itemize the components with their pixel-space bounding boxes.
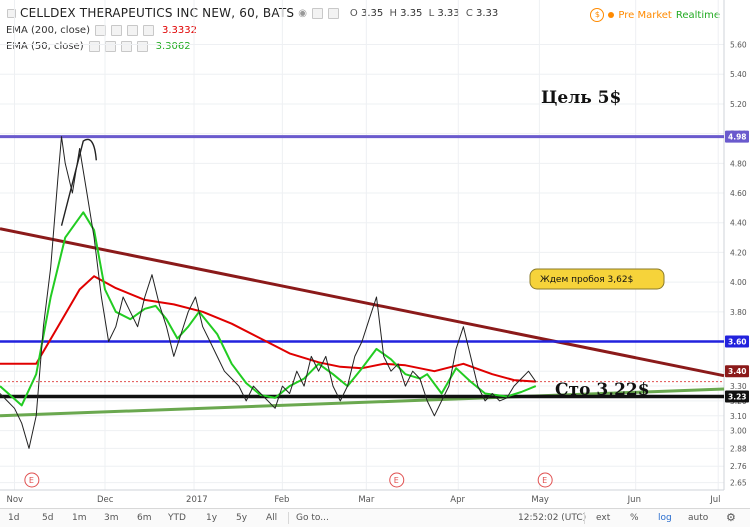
range-6m[interactable]: 6m	[137, 513, 152, 523]
goto-button[interactable]: Go to...	[296, 513, 329, 523]
range-all[interactable]: All	[266, 513, 277, 523]
target-annotation: Цель 5$	[541, 88, 621, 108]
toolbar-divider	[288, 512, 289, 524]
clock-display: 12:52:02 (UTC)	[518, 513, 587, 523]
range-ytd[interactable]: YTD	[168, 513, 186, 523]
x-tick-label: Jun	[627, 495, 641, 505]
y-tick-label: 3.80	[730, 308, 747, 317]
auto-toggle[interactable]: auto	[688, 513, 708, 523]
x-tick-label: Feb	[274, 495, 289, 505]
range-1m[interactable]: 1m	[72, 513, 87, 523]
callout-text: Ждем пробоя 3,62$	[540, 275, 633, 285]
price-chart[interactable]: 5.605.405.205.004.804.604.404.204.003.80…	[0, 0, 750, 508]
range-1y[interactable]: 1y	[206, 513, 217, 523]
x-tick-label: Jul	[709, 495, 720, 505]
x-tick-label: Dec	[97, 495, 114, 505]
x-tick-label: Nov	[6, 495, 23, 505]
y-tick-label: 5.40	[730, 70, 747, 79]
y-tick-label: 4.00	[730, 278, 747, 287]
series-line	[0, 275, 536, 383]
y-tick-label: 4.40	[730, 219, 747, 228]
series-line	[0, 136, 537, 449]
x-tick-label: Mar	[358, 495, 375, 505]
earnings-marker-label: E	[542, 476, 547, 485]
price-badge-label: 4.98	[728, 133, 747, 142]
y-tick-label: 4.60	[730, 189, 747, 198]
trendline	[0, 227, 725, 378]
y-tick-label: 5.20	[730, 100, 747, 109]
earnings-marker-label: E	[29, 476, 34, 485]
y-tick-label: 3.10	[730, 412, 747, 421]
series-line	[0, 211, 537, 407]
ext-toggle[interactable]: ext	[596, 513, 610, 523]
price-badge-label: 3.60	[728, 338, 747, 347]
y-tick-label: 5.60	[730, 41, 747, 50]
toolbar-divider	[584, 512, 585, 524]
price-badge-label: 3.40	[728, 367, 747, 376]
y-tick-label: 3.30	[730, 382, 747, 391]
gear-icon[interactable]: ⚙	[726, 511, 736, 524]
stop-annotation: Сто 3,22$	[555, 380, 650, 400]
range-5d[interactable]: 5d	[42, 513, 53, 523]
range-3m[interactable]: 3m	[104, 513, 119, 523]
price-badge-label: 3.23	[728, 392, 747, 401]
y-tick-label: 3.00	[730, 427, 747, 436]
y-tick-label: 2.65	[730, 479, 747, 488]
x-tick-label: May	[531, 495, 549, 505]
y-tick-label: 4.20	[730, 248, 747, 257]
earnings-marker-label: E	[394, 476, 399, 485]
range-1d[interactable]: 1d	[8, 513, 19, 523]
x-tick-label: 2017	[186, 495, 208, 505]
bottom-toolbar: 1d 5d 1m 3m 6m YTD 1y 5y All Go to... 12…	[0, 508, 750, 527]
y-tick-label: 2.76	[730, 462, 747, 471]
log-toggle[interactable]: log	[658, 513, 672, 523]
y-tick-label: 2.88	[730, 444, 747, 453]
percent-toggle[interactable]: %	[630, 513, 639, 523]
range-5y[interactable]: 5y	[236, 513, 247, 523]
y-tick-label: 4.80	[730, 159, 747, 168]
x-tick-label: Apr	[450, 495, 465, 505]
